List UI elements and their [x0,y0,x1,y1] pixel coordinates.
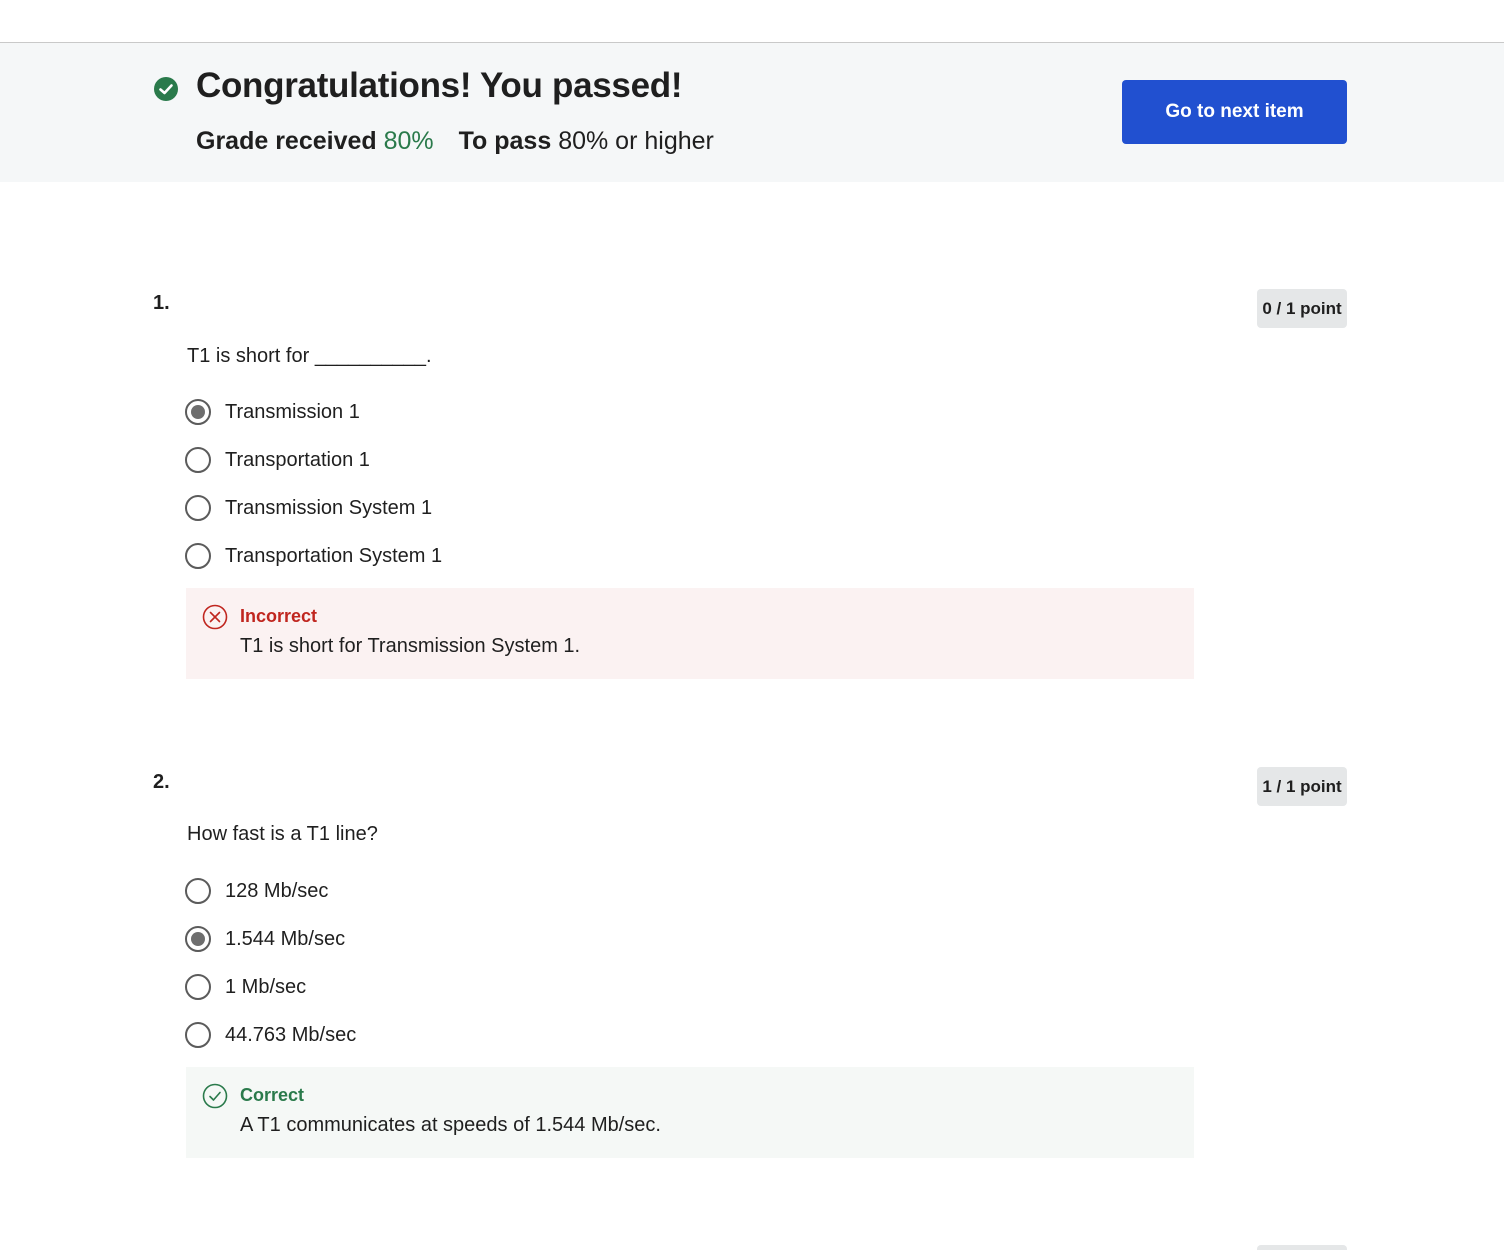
answer-option-label: 44.763 Mb/sec [225,1023,357,1046]
feedback-status: Incorrect [240,606,318,626]
question-number: 2. [153,771,170,793]
answer-option[interactable]: 1 Mb/sec [185,972,306,1002]
answer-option-label: Transmission System 1 [225,496,433,519]
answer-option-label: 128 Mb/sec [225,879,329,902]
radio-button-selected[interactable] [185,926,211,952]
answer-option[interactable]: 1.544 Mb/sec [185,924,345,954]
radio-button[interactable] [185,878,211,904]
grade-received-value: 80% [383,127,434,155]
result-banner: Congratulations! You passed! Grade recei… [0,43,1504,182]
answer-option[interactable]: Transmission 1 [185,397,360,427]
feedback-explanation: A T1 communicates at speeds of 1.544 Mb/… [240,1114,661,1136]
check-circle-icon [154,77,178,101]
points-badge: 0 / 1 point [1257,289,1347,328]
feedback-incorrect: Incorrect T1 is short for Transmission S… [186,588,1194,679]
answer-option[interactable]: Transmission System 1 [185,493,432,523]
pass-threshold-label: To pass [458,127,552,155]
top-bar [0,0,1504,43]
grade-received-label: Grade received [196,127,377,155]
feedback-correct: Correct A T1 communicates at speeds of 1… [186,1067,1194,1158]
feedback-status: Correct [240,1085,305,1105]
question-text: How fast is a T1 line? [187,823,378,845]
points-badge-partial [1257,1245,1347,1250]
answer-option-label: 1 Mb/sec [225,975,307,998]
answer-option[interactable]: 128 Mb/sec [185,876,328,906]
answer-option[interactable]: Transportation System 1 [185,541,442,571]
go-to-next-item-button[interactable]: Go to next item [1122,80,1347,144]
points-badge: 1 / 1 point [1257,767,1347,806]
feedback-explanation: T1 is short for Transmission System 1. [240,635,581,657]
question-text: T1 is short for __________. [187,345,432,367]
question-number: 1. [153,292,170,314]
answer-option-label: 1.544 Mb/sec [225,927,346,950]
answer-option-label: Transportation 1 [225,448,370,471]
x-circle-icon [202,604,228,630]
radio-button[interactable] [185,974,211,1000]
radio-button[interactable] [185,447,211,473]
banner-title: Congratulations! You passed! [196,66,683,105]
check-circle-outline-icon [202,1083,228,1109]
answer-option-label: Transmission 1 [225,400,360,423]
grade-summary: Grade received 80% To pass 80% or higher [196,127,714,156]
answer-option[interactable]: 44.763 Mb/sec [185,1020,356,1050]
radio-button-selected[interactable] [185,399,211,425]
radio-button[interactable] [185,1022,211,1048]
answer-option-label: Transportation System 1 [225,544,443,567]
radio-button[interactable] [185,495,211,521]
radio-button[interactable] [185,543,211,569]
answer-option[interactable]: Transportation 1 [185,445,370,475]
pass-threshold-value: 80% or higher [558,127,714,155]
